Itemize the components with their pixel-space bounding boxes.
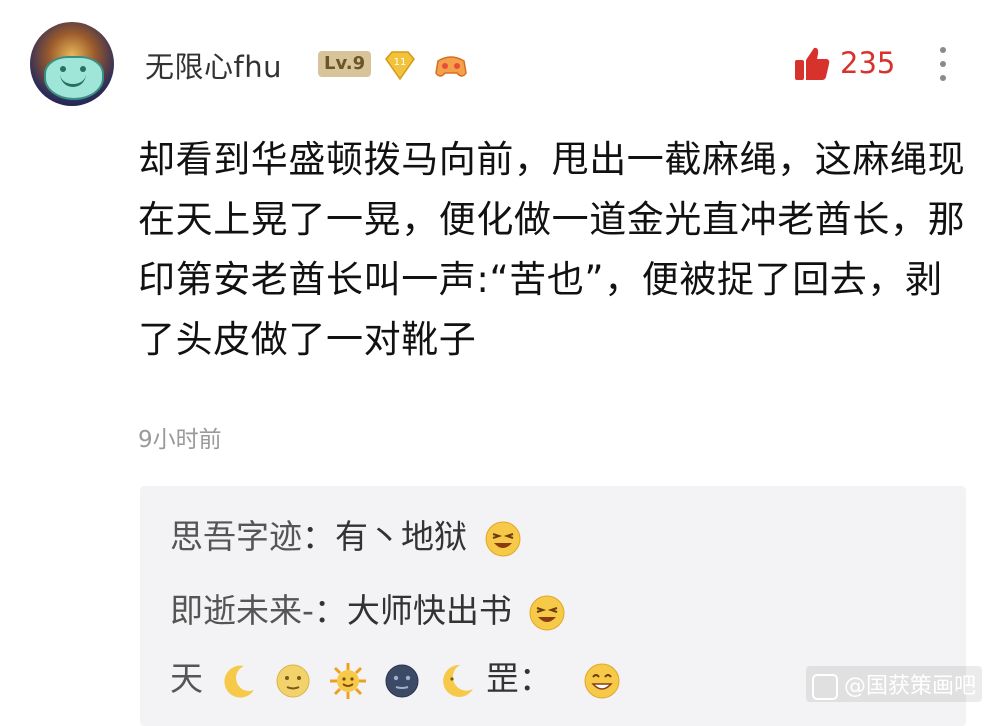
gem-level-text: 11 xyxy=(394,57,407,68)
reply-text: 大师快出书 xyxy=(346,591,512,630)
level-badge: Lv.9 xyxy=(318,51,372,77)
reply-item[interactable]: 思吾字迹：有丶地狱 xyxy=(170,510,522,558)
reply-author[interactable]: 思吾字迹 xyxy=(170,517,302,556)
moon-face-icon xyxy=(276,664,310,697)
reply-separator: ： xyxy=(302,517,335,556)
more-options-icon[interactable] xyxy=(936,44,950,84)
avatar-smile xyxy=(60,72,86,87)
grinning-emoji-icon xyxy=(584,663,619,698)
weibo-logo-icon xyxy=(811,674,838,700)
thumbs-up-icon[interactable] xyxy=(792,44,832,84)
laughing-emoji-icon xyxy=(485,521,520,556)
username[interactable]: 无限心fhu xyxy=(145,44,282,86)
comment-time: 9小时前 xyxy=(138,427,222,453)
gamepad-badge-icon xyxy=(435,56,467,77)
reply-item[interactable]: 即逝未来-：大师快出书 xyxy=(170,584,566,632)
crescent-moon-icon xyxy=(223,665,254,698)
avatar[interactable] xyxy=(30,22,114,106)
reply-author[interactable]: 天 xyxy=(170,659,203,698)
avatar-face xyxy=(44,56,104,100)
sun-face-icon xyxy=(329,662,366,699)
reply-separator: ： xyxy=(313,591,347,630)
reply-text: 罡 xyxy=(486,659,519,698)
reply-item[interactable]: 天 罡： xyxy=(170,652,621,700)
diamond-level-icon: 11 xyxy=(385,51,415,81)
reply-text: 有丶地狱 xyxy=(335,517,467,556)
reply-author[interactable]: 即逝未来- xyxy=(170,591,314,630)
comment-text: 却看到华盛顿拨马向前，甩出一截麻绳，这麻绳现在天上晃了一晃，便化做一道金光直冲老… xyxy=(138,138,966,361)
watermark-text: @国获策画吧 xyxy=(843,674,976,699)
new-moon-face-icon xyxy=(385,664,419,697)
laughing-emoji-icon xyxy=(529,595,565,630)
crescent-moon-face-icon xyxy=(442,664,473,697)
like-count: 235 xyxy=(840,46,896,80)
watermark: @国获策画吧 xyxy=(805,666,982,702)
reply-separator: ： xyxy=(519,659,552,698)
